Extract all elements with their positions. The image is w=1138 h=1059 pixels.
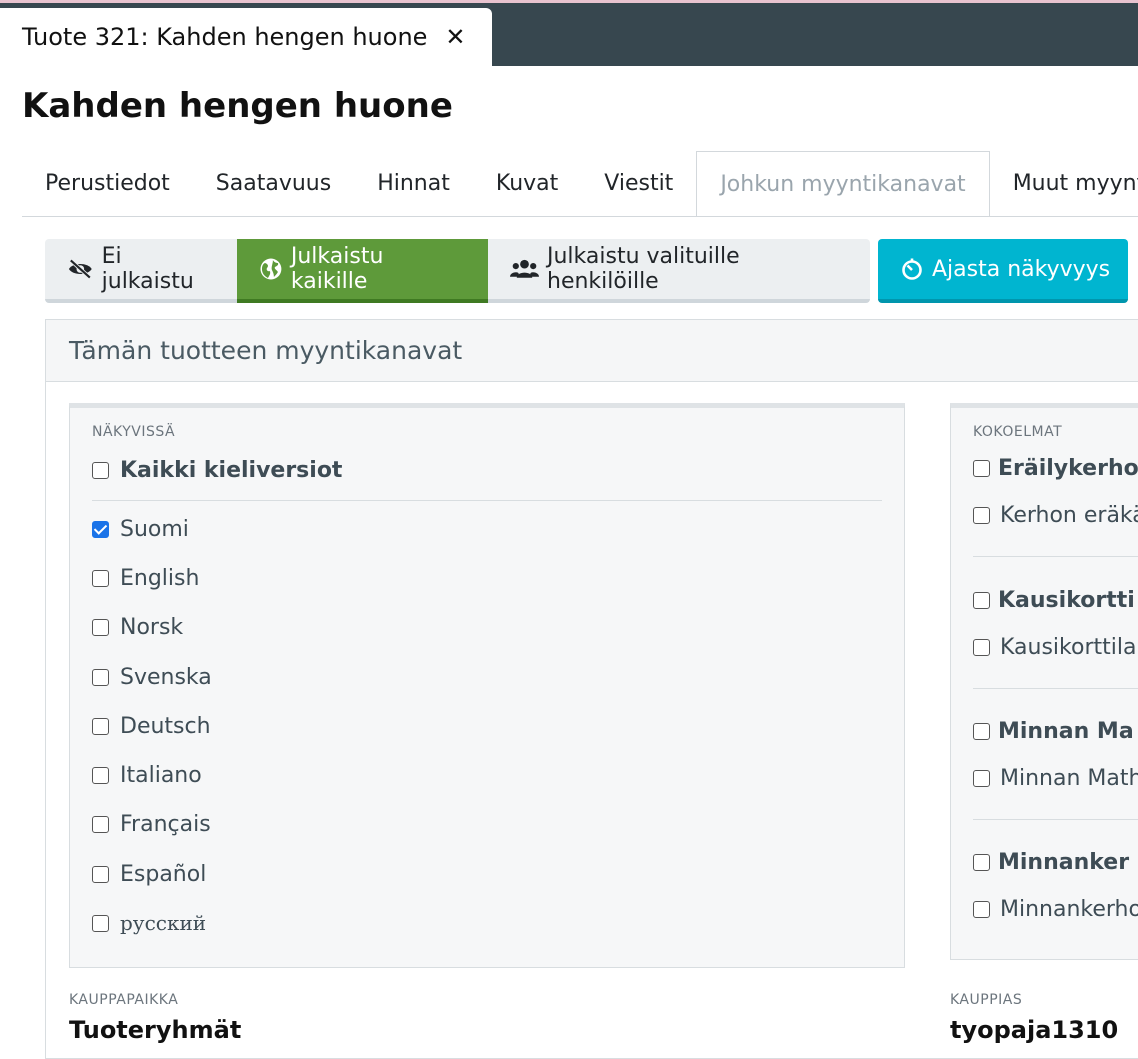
- divider: [973, 819, 1138, 820]
- all-languages-label: Kaikki kieliversiot: [120, 458, 343, 483]
- marketplace-label: KAUPPAPAIKKA: [69, 992, 179, 1008]
- language-label: Italiano: [120, 763, 202, 788]
- published-selected-button[interactable]: Julkaistu valituille henkilöille: [488, 239, 870, 303]
- language-checkbox-francais[interactable]: [92, 816, 109, 833]
- collection-item-row: Kerhon eräkä: [973, 503, 1138, 528]
- published-all-label: Julkaistu kaikille: [290, 244, 384, 294]
- language-row-russian: русский: [92, 911, 206, 935]
- language-row-italiano: Italiano: [92, 763, 202, 788]
- language-label: Svenska: [120, 665, 212, 690]
- collection-item-checkbox[interactable]: [973, 770, 990, 787]
- collection-item-row: Minnan Math: [973, 766, 1138, 791]
- collection-group-row: Eräilykerhon: [973, 456, 1138, 481]
- visibility-box: NÄKYVISSÄ Kaikki kieliversiot Suomi Engl…: [69, 403, 905, 968]
- collection-item-checkbox[interactable]: [973, 639, 990, 656]
- tab-perustiedot[interactable]: Perustiedot: [22, 151, 193, 216]
- collection-item-row: Kausikorttila: [973, 635, 1136, 660]
- language-label: Suomi: [120, 517, 189, 542]
- all-languages-row: Kaikki kieliversiot: [92, 458, 342, 483]
- language-checkbox-russian[interactable]: [92, 914, 109, 932]
- language-checkbox-italiano[interactable]: [92, 767, 109, 784]
- collection-item-label: Minnankerho: [1000, 897, 1138, 922]
- collection-item-label: Kerhon eräkä: [1000, 503, 1138, 528]
- collection-group-checkbox[interactable]: [973, 592, 990, 609]
- top-accent-strip: [0, 0, 1138, 3]
- tab-saatavuus[interactable]: Saatavuus: [193, 151, 354, 216]
- collection-group-row: Minnanker: [973, 850, 1129, 875]
- close-icon[interactable]: ✕: [445, 23, 465, 51]
- language-label: русский: [120, 911, 207, 935]
- language-checkbox-svenska[interactable]: [92, 669, 109, 686]
- not-published-label: Ei julkaistu: [101, 244, 194, 294]
- language-row-svenska: Svenska: [92, 665, 212, 690]
- schedule-visibility-label: Ajasta näkyvyys: [932, 256, 1111, 282]
- divider: [973, 688, 1138, 689]
- publish-button-group: Ei julkaistu Julkaistu kaikille Julkaist…: [45, 239, 870, 303]
- marketplace-title: Tuoteryhmät: [69, 1016, 242, 1044]
- page-title: Kahden hengen huone: [22, 86, 453, 126]
- tab-kuvat[interactable]: Kuvat: [473, 151, 581, 216]
- language-row-english: English: [92, 566, 199, 591]
- divider: [92, 500, 882, 501]
- not-published-button[interactable]: Ei julkaistu: [45, 239, 237, 303]
- language-row-suomi: Suomi: [92, 517, 189, 542]
- collection-group-row: Kausikortti: [973, 588, 1135, 613]
- language-checkbox-espanol[interactable]: [92, 866, 109, 883]
- document-tab-title: Tuote 321: Kahden hengen huone: [22, 23, 428, 51]
- collection-group-checkbox[interactable]: [973, 723, 990, 740]
- divider: [973, 556, 1138, 557]
- collection-item-row: Minnankerho: [973, 897, 1138, 922]
- collection-item-checkbox[interactable]: [973, 507, 990, 524]
- collection-group-title: Eräilykerhon: [998, 456, 1138, 481]
- language-label: Norsk: [120, 615, 184, 640]
- collection-group-checkbox[interactable]: [973, 460, 990, 477]
- collection-group-checkbox[interactable]: [973, 854, 990, 871]
- eye-slash-icon: [68, 259, 92, 279]
- collections-box: KOKOELMAT Eräilykerhon Kerhon eräkä Kaus…: [950, 403, 1138, 960]
- visible-section-label: NÄKYVISSÄ: [92, 424, 176, 440]
- collections-section-label: KOKOELMAT: [973, 424, 1063, 440]
- tab-viestit[interactable]: Viestit: [581, 151, 696, 216]
- collection-group-title: Minnanker: [998, 850, 1130, 875]
- tab-johkun-myyntikanavat[interactable]: Johkun myyntikanavat: [696, 151, 990, 216]
- tab-muut-myyntikanavat[interactable]: Muut myyntikanavat: [990, 151, 1138, 216]
- language-label: Español: [120, 862, 207, 887]
- collection-group-title: Minnan Ma: [998, 719, 1134, 744]
- panel-title: Tämän tuotteen myyntikanavat: [46, 320, 1138, 382]
- tab-hinnat[interactable]: Hinnat: [354, 151, 473, 216]
- collection-group-row: Minnan Ma: [973, 719, 1134, 744]
- language-checkbox-suomi[interactable]: [92, 521, 109, 538]
- merchant-label: KAUPPIAS: [950, 992, 1023, 1008]
- collection-item-label: Kausikorttila: [1000, 635, 1137, 660]
- language-label: Français: [120, 812, 211, 837]
- users-icon: [510, 259, 539, 278]
- language-row-espanol: Español: [92, 862, 206, 887]
- schedule-visibility-button[interactable]: Ajasta näkyvyys: [878, 239, 1128, 303]
- merchant-title: tyopaja1310: [950, 1016, 1119, 1044]
- language-label: English: [120, 566, 200, 591]
- collection-item-checkbox[interactable]: [973, 901, 990, 918]
- nav-tabs: Perustiedot Saatavuus Hinnat Kuvat Viestit Jo…: [22, 151, 1138, 217]
- language-row-francais: Français: [92, 812, 211, 837]
- language-checkbox-english[interactable]: [92, 570, 109, 587]
- stopwatch-icon: [902, 258, 922, 280]
- language-checkbox-deutsch[interactable]: [92, 718, 109, 735]
- language-row-norsk: Norsk: [92, 615, 183, 640]
- published-all-button[interactable]: Julkaistu kaikille: [237, 239, 488, 303]
- document-tab[interactable]: Tuote 321: Kahden hengen huone ✕: [0, 8, 492, 66]
- globe-icon: [260, 258, 282, 280]
- language-checkbox-norsk[interactable]: [92, 619, 109, 636]
- published-selected-label: Julkaistu valituille henkilöille: [547, 244, 740, 294]
- language-label: Deutsch: [120, 714, 211, 739]
- all-languages-checkbox[interactable]: [92, 462, 109, 479]
- collection-group-title: Kausikortti: [998, 588, 1135, 613]
- collection-item-label: Minnan Math: [1000, 766, 1138, 791]
- language-row-deutsch: Deutsch: [92, 714, 211, 739]
